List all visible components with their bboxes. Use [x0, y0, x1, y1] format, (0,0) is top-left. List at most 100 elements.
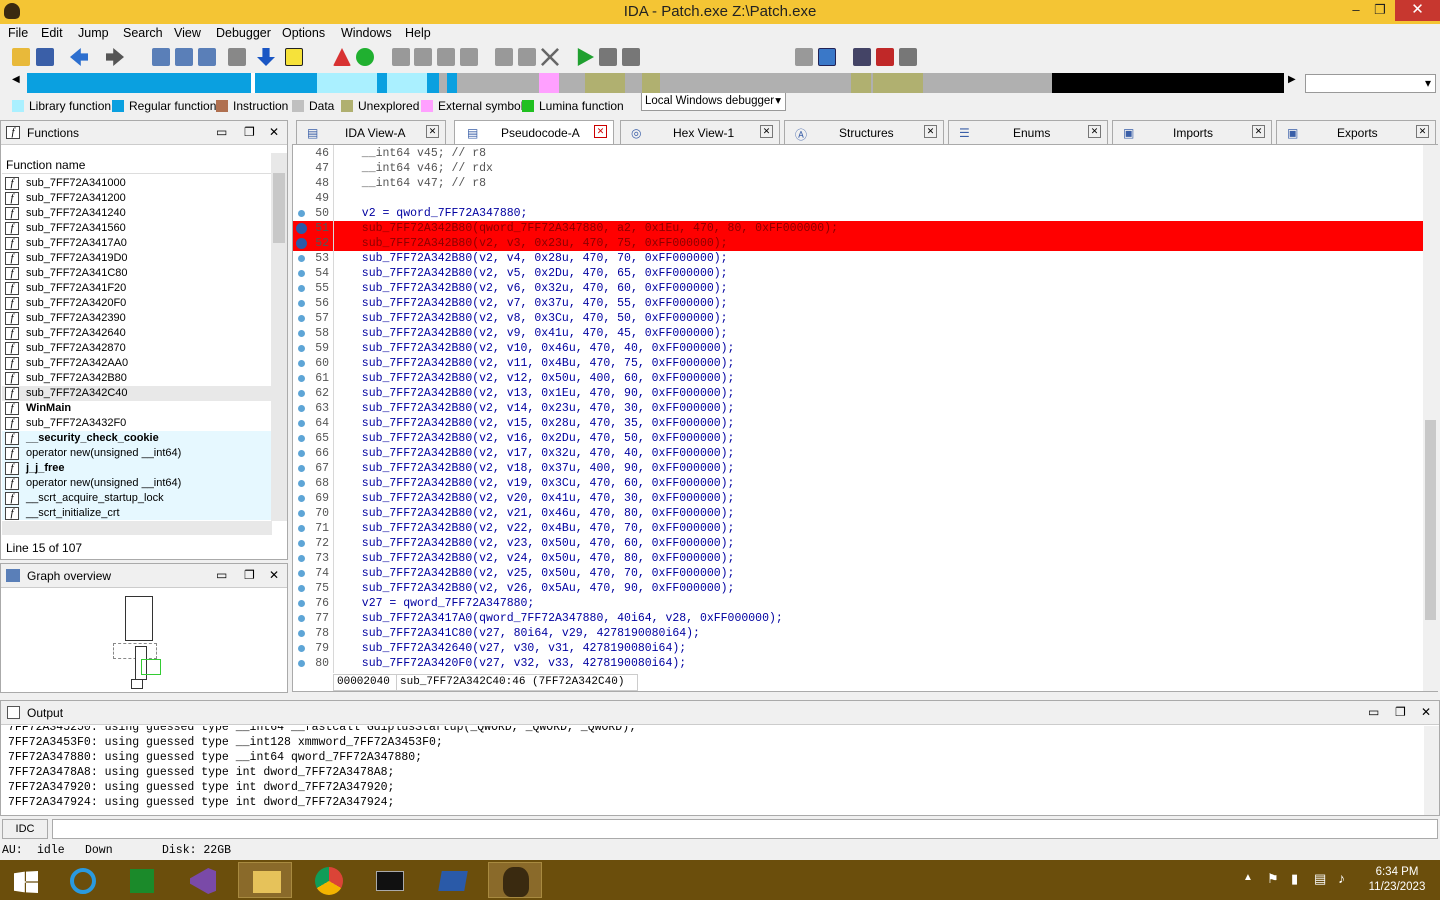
- tab-close-icon[interactable]: ✕: [1416, 125, 1429, 138]
- tab-hex-view-1[interactable]: ◎ Hex View-1 ✕: [620, 120, 780, 144]
- menu-debugger[interactable]: Debugger: [216, 26, 271, 40]
- power-icon[interactable]: ▮: [1291, 871, 1298, 887]
- code-line[interactable]: 78 sub_7FF72A341C80(v27, 80i64, v29, 427…: [293, 626, 1423, 641]
- menu-view[interactable]: View: [174, 26, 201, 40]
- debug-tool-1-icon[interactable]: [795, 48, 813, 66]
- code-line[interactable]: 79 sub_7FF72A342640(v27, v30, v31, 42781…: [293, 641, 1423, 656]
- close-x-icon[interactable]: [541, 48, 559, 66]
- tab-close-icon[interactable]: ✕: [1252, 125, 1265, 138]
- function-list-item[interactable]: f sub_7FF72A342870: [2, 341, 272, 356]
- menu-options[interactable]: Options: [282, 26, 325, 40]
- taskbar-visual-studio[interactable]: [176, 862, 230, 898]
- code-line[interactable]: 49: [293, 191, 1423, 206]
- panel-close-icon[interactable]: ✕: [1421, 705, 1431, 719]
- panel-float-icon[interactable]: ❐: [1395, 705, 1406, 719]
- code-line[interactable]: 57 sub_7FF72A342B80(v2, v8, 0x3Cu, 470, …: [293, 311, 1423, 326]
- function-list-item[interactable]: f sub_7FF72A341F20: [2, 281, 272, 296]
- command-input[interactable]: [52, 819, 1438, 839]
- taskbar-ida[interactable]: [488, 862, 542, 898]
- code-scrollbar[interactable]: [1423, 145, 1438, 691]
- taskbar-ie[interactable]: [56, 862, 110, 898]
- menu-file[interactable]: File: [8, 26, 28, 40]
- function-list-item[interactable]: f j_j_free: [2, 461, 272, 476]
- debug-tool-3-icon[interactable]: [853, 48, 871, 66]
- function-list-item[interactable]: f sub_7FF72A3419D0: [2, 251, 272, 266]
- function-list-item[interactable]: f sub_7FF72A342B80: [2, 371, 272, 386]
- code-line[interactable]: 46 __int64 v45; // r8: [293, 146, 1423, 161]
- menu-help[interactable]: Help: [405, 26, 431, 40]
- tab-pseudocode-a[interactable]: ▤ Pseudocode-A ✕: [454, 120, 614, 145]
- code-line[interactable]: 47 __int64 v46; // rdx: [293, 161, 1423, 176]
- pseudocode-view[interactable]: 46 __int64 v45; // r8 47 __int64 v46; // …: [292, 144, 1438, 692]
- menu-jump[interactable]: Jump: [78, 26, 109, 40]
- panel-minimize-icon[interactable]: ▭: [216, 125, 227, 139]
- binary-icon[interactable]: [152, 48, 170, 66]
- cross-reference-icon[interactable]: [228, 48, 246, 66]
- code-line[interactable]: 50 v2 = qword_7FF72A347880;: [293, 206, 1423, 221]
- function-list-item[interactable]: f sub_7FF72A341560: [2, 221, 272, 236]
- column-header-function-name[interactable]: Function name: [6, 158, 85, 172]
- code-line[interactable]: 48 __int64 v47; // r8: [293, 176, 1423, 191]
- code-line[interactable]: 75 sub_7FF72A342B80(v2, v26, 0x5Au, 470,…: [293, 581, 1423, 596]
- volume-icon[interactable]: ♪: [1338, 870, 1345, 886]
- restore-button[interactable]: ❐: [1366, 0, 1394, 21]
- action-center-icon[interactable]: ⚑: [1267, 871, 1279, 887]
- tab-enums[interactable]: ☰ Enums ✕: [948, 120, 1108, 144]
- code-line[interactable]: 54 sub_7FF72A342B80(v2, v5, 0x2Du, 470, …: [293, 266, 1423, 281]
- start-button[interactable]: [0, 862, 54, 898]
- jump-down-icon[interactable]: [257, 48, 275, 66]
- stop-icon[interactable]: [622, 48, 640, 66]
- code-line[interactable]: 56 sub_7FF72A342B80(v2, v7, 0x37u, 470, …: [293, 296, 1423, 311]
- code-line[interactable]: 76 v27 = qword_7FF72A347880;: [293, 596, 1423, 611]
- tool-2-icon[interactable]: [414, 48, 432, 66]
- tool-6-icon[interactable]: [518, 48, 536, 66]
- green-circle-icon[interactable]: [356, 48, 374, 66]
- panel-close-icon[interactable]: ✕: [269, 125, 279, 139]
- taskbar-chrome[interactable]: [302, 862, 356, 898]
- text-search-icon[interactable]: [175, 48, 193, 66]
- tab-close-icon[interactable]: ✕: [1088, 125, 1101, 138]
- taskbar-cmd[interactable]: [363, 862, 417, 898]
- code-line[interactable]: 77 sub_7FF72A3417A0(qword_7FF72A347880, …: [293, 611, 1423, 626]
- menu-windows[interactable]: Windows: [341, 26, 392, 40]
- function-list-item[interactable]: f sub_7FF72A341C80: [2, 266, 272, 281]
- clock[interactable]: 6:34 PM 11/23/2023: [1362, 865, 1432, 895]
- code-line[interactable]: 58 sub_7FF72A342B80(v2, v9, 0x41u, 470, …: [293, 326, 1423, 341]
- debug-tool-2-icon[interactable]: [818, 48, 836, 66]
- code-line[interactable]: 61 sub_7FF72A342B80(v2, v12, 0x50u, 400,…: [293, 371, 1423, 386]
- function-list-item[interactable]: f sub_7FF72A342AA0: [2, 356, 272, 371]
- taskbar-store[interactable]: [114, 862, 168, 898]
- code-line[interactable]: 70 sub_7FF72A342B80(v2, v21, 0x46u, 470,…: [293, 506, 1423, 521]
- code-line[interactable]: 65 sub_7FF72A342B80(v2, v16, 0x2Du, 470,…: [293, 431, 1423, 446]
- taskbar-powershell[interactable]: [426, 862, 480, 898]
- tab-close-icon[interactable]: ✕: [426, 125, 439, 138]
- segment-select[interactable]: ▾: [1305, 74, 1436, 93]
- tool-5-icon[interactable]: [495, 48, 513, 66]
- tray-chevron-icon[interactable]: ▲: [1243, 872, 1253, 883]
- code-line[interactable]: 51 sub_7FF72A342B80(qword_7FF72A347880, …: [293, 221, 1423, 236]
- code-line[interactable]: 59 sub_7FF72A342B80(v2, v10, 0x46u, 470,…: [293, 341, 1423, 356]
- save-icon[interactable]: [36, 48, 54, 66]
- code-line[interactable]: 53 sub_7FF72A342B80(v2, v4, 0x28u, 470, …: [293, 251, 1423, 266]
- panel-close-icon[interactable]: ✕: [269, 568, 279, 582]
- tab-exports[interactable]: ▣ Exports ✕: [1276, 120, 1436, 144]
- function-list-item[interactable]: f WinMain: [2, 401, 272, 416]
- panel-float-icon[interactable]: ❐: [244, 568, 255, 582]
- function-list-item[interactable]: f sub_7FF72A342390: [2, 311, 272, 326]
- function-list-item[interactable]: f sub_7FF72A3420F0: [2, 296, 272, 311]
- panel-minimize-icon[interactable]: ▭: [216, 568, 227, 582]
- code-line[interactable]: 62 sub_7FF72A342B80(v2, v13, 0x1Eu, 470,…: [293, 386, 1423, 401]
- code-line[interactable]: 69 sub_7FF72A342B80(v2, v20, 0x41u, 470,…: [293, 491, 1423, 506]
- function-list-item[interactable]: f sub_7FF72A3417A0: [2, 236, 272, 251]
- function-list-item[interactable]: f __scrt_acquire_startup_lock: [2, 491, 272, 506]
- run-icon[interactable]: [577, 48, 594, 66]
- idc-button[interactable]: IDC: [2, 819, 48, 839]
- code-line[interactable]: 64 sub_7FF72A342B80(v2, v15, 0x28u, 470,…: [293, 416, 1423, 431]
- code-line[interactable]: 52 sub_7FF72A342B80(v2, v3, 0x23u, 470, …: [293, 236, 1423, 251]
- debug-tool-4-icon[interactable]: [876, 48, 894, 66]
- code-line[interactable]: 67 sub_7FF72A342B80(v2, v18, 0x37u, 400,…: [293, 461, 1423, 476]
- graph-node[interactable]: [125, 596, 153, 641]
- function-list-item[interactable]: f __scrt_initialize_crt: [2, 506, 272, 520]
- name-icon[interactable]: [285, 48, 303, 66]
- output-scrollbar[interactable]: [1424, 726, 1439, 815]
